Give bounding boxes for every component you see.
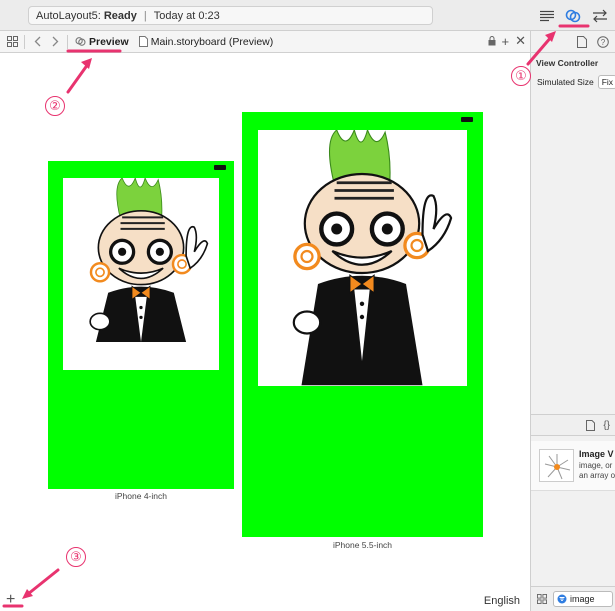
- help-icon[interactable]: ?: [597, 35, 609, 48]
- library-item-title: Image V: [579, 449, 614, 459]
- storyboard-file-icon: [138, 36, 148, 47]
- battery-icon: [461, 117, 473, 122]
- utilities-inspector: ? View Controller Simulated Size Fix {} …: [530, 31, 615, 611]
- preview-canvas: iPhone 4-inch iPhone 5.5-inch + English: [0, 53, 530, 611]
- language-selector[interactable]: English: [484, 595, 520, 607]
- jump-bar-divider: [24, 34, 25, 49]
- filter-icon: [557, 594, 567, 604]
- standard-editor-icon: [540, 10, 554, 21]
- svg-text:?: ?: [601, 38, 606, 47]
- crumb-storyboard[interactable]: Main.storyboard (Preview): [138, 35, 274, 48]
- device-label-iphone-4: iPhone 4-inch: [115, 491, 167, 501]
- simulated-size-select[interactable]: Fix: [597, 75, 615, 89]
- device-label-iphone-5-5: iPhone 5.5-inch: [332, 540, 393, 550]
- crumb-preview[interactable]: Preview: [75, 36, 129, 48]
- window-toolbar: AutoLayout5: Ready | Today at 0:23: [0, 0, 615, 31]
- library-filter-input[interactable]: image: [553, 591, 613, 607]
- status-separator: |: [143, 9, 147, 22]
- editor-jump-bar: Preview Main.storyboard (Preview) + ✕: [0, 31, 530, 53]
- lock-icon[interactable]: [488, 36, 496, 46]
- device-preview-iphone-5-5: [242, 112, 483, 537]
- image-view: [258, 130, 467, 386]
- forward-button[interactable]: [46, 33, 64, 51]
- image-view-thumbnail-icon: [539, 449, 574, 482]
- assistant-editor-button[interactable]: [561, 5, 585, 26]
- code-snippet-icon[interactable]: {}: [603, 420, 610, 431]
- character-image: [292, 130, 453, 386]
- library-filter-bar: image: [531, 586, 615, 611]
- forward-icon: [52, 36, 58, 47]
- version-editor-icon: [593, 9, 607, 22]
- file-template-icon[interactable]: [586, 419, 596, 431]
- library-item-image-view[interactable]: Image V image, or an array o: [531, 441, 615, 491]
- library-tabs: {}: [531, 414, 615, 436]
- device-preview-iphone-4: [48, 161, 234, 489]
- image-view: [63, 178, 219, 370]
- activity-status: AutoLayout5: Ready | Today at 0:23: [28, 6, 433, 25]
- grid-icon: [6, 36, 18, 47]
- version-editor-button[interactable]: [588, 5, 612, 26]
- preview-icon: [75, 37, 86, 46]
- grid-icon[interactable]: [537, 594, 547, 604]
- inspector-section-title: View Controller: [536, 58, 599, 68]
- crumb-preview-label: Preview: [89, 35, 129, 48]
- build-status: Ready: [103, 9, 137, 22]
- battery-icon: [214, 165, 226, 170]
- standard-editor-button[interactable]: [535, 5, 559, 26]
- character-image: [89, 178, 209, 342]
- crumb-storyboard-label: Main.storyboard (Preview): [150, 35, 274, 48]
- back-button[interactable]: [28, 33, 46, 51]
- related-items-button[interactable]: [3, 33, 21, 51]
- simulated-size-label: Simulated Size: [537, 77, 594, 87]
- status-timestamp: Today at 0:23: [153, 9, 220, 22]
- file-inspector-icon[interactable]: [577, 35, 587, 48]
- jump-bar-divider: [67, 34, 68, 49]
- inspector-tabs: ?: [531, 31, 615, 53]
- project-name: AutoLayout5:: [36, 9, 101, 22]
- simulated-size-row: Simulated Size Fix: [537, 75, 615, 89]
- close-icon[interactable]: ✕: [515, 33, 526, 49]
- library-item-description: image, or an array o: [579, 461, 615, 480]
- add-icon[interactable]: +: [502, 34, 510, 49]
- jump-bar-actions: + ✕: [488, 33, 526, 49]
- add-device-button[interactable]: +: [6, 591, 15, 609]
- assistant-editor-icon: [565, 9, 581, 22]
- library-filter-value: image: [570, 594, 595, 604]
- back-icon: [34, 36, 40, 47]
